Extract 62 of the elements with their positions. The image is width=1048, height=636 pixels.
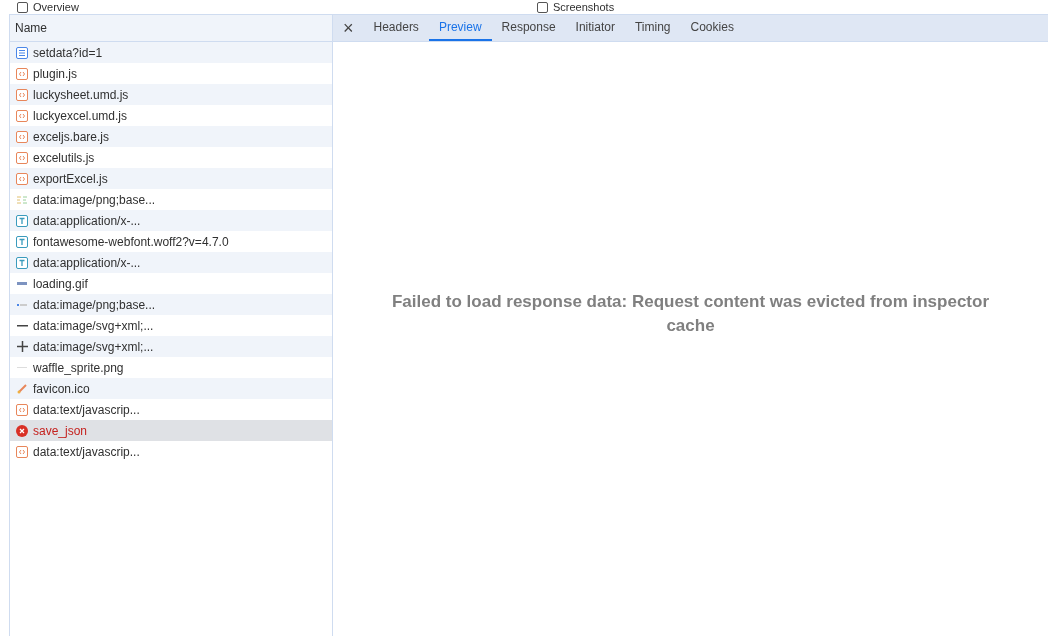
request-name: fontawesome-webfont.woff2?v=4.7.0 [33,233,229,251]
dash-icon [17,282,27,285]
request-name: data:image/svg+xml;... [33,317,154,335]
checkbox-label: Screenshots [553,0,615,14]
code-file-icon [16,151,28,164]
tab[interactable]: Cookies [680,15,744,41]
code-file-icon [16,109,28,122]
tab[interactable]: Headers [363,15,429,41]
request-name: favicon.ico [33,380,90,398]
tab[interactable]: Response [491,15,566,41]
font-file-icon [16,235,28,248]
request-row[interactable]: save_json [10,420,332,441]
request-row[interactable]: favicon.ico [10,378,332,399]
request-name: data:text/javascrip... [33,401,140,419]
dash-icon [17,303,27,306]
request-name: exceljs.bare.js [33,128,110,146]
request-name: data:image/png;base... [33,296,156,314]
plus-icon [16,341,28,352]
error-message: Failed to load response data: Request content was evicted from inspector cache [391,291,990,337]
request-name: plugin.js [33,65,78,83]
request-name: loading.gif [33,275,88,293]
request-name: data:image/svg+xml;... [33,338,154,356]
request-row[interactable]: data:image/svg+xml;... [10,336,332,357]
document-icon [16,46,28,59]
code-file-icon [16,403,28,416]
request-row[interactable]: data:image/png;base... [10,294,332,315]
tab[interactable]: Preview [428,15,492,41]
checkbox[interactable] [17,1,28,13]
request-row[interactable]: luckysheet.umd.js [10,84,332,105]
request-name: setdata?id=1 [33,44,103,62]
request-name: data:image/png;base... [33,191,156,209]
tab[interactable]: Timing [624,15,681,41]
request-row[interactable]: data:application/x-... [10,252,332,273]
tab[interactable]: Initiator [565,15,625,41]
font-file-icon [16,214,28,227]
checkbox-label: Overview [33,0,79,14]
request-row[interactable]: data:application/x-... [10,210,332,231]
line-icon [17,367,27,368]
close-button[interactable]: × [333,15,364,41]
error-icon [16,424,28,437]
request-name: exportExcel.js [33,170,108,188]
checkbox[interactable] [537,1,548,13]
request-row[interactable]: exceljs.bare.js [10,126,332,147]
request-name: data:application/x-... [33,212,141,230]
request-name: waffle_sprite.png [33,359,124,377]
minus-icon [16,324,28,327]
request-name: save_json [33,422,88,440]
request-name: excelutils.js [33,149,95,167]
image-thumbnail-icon [16,193,28,206]
font-file-icon [16,256,28,269]
code-file-icon [16,130,28,143]
request-row[interactable]: setdata?id=1 [10,42,332,63]
request-row[interactable]: exportExcel.js [10,168,332,189]
request-name: data:application/x-... [33,254,141,272]
request-name: luckyexcel.umd.js [33,107,128,125]
code-file-icon [16,67,28,80]
code-file-icon [16,445,28,458]
request-name: luckysheet.umd.js [33,86,129,104]
code-file-icon [16,88,28,101]
request-name: data:text/javascrip... [33,443,140,461]
code-file-icon [16,172,28,185]
name-column-header[interactable]: Name [10,15,332,42]
